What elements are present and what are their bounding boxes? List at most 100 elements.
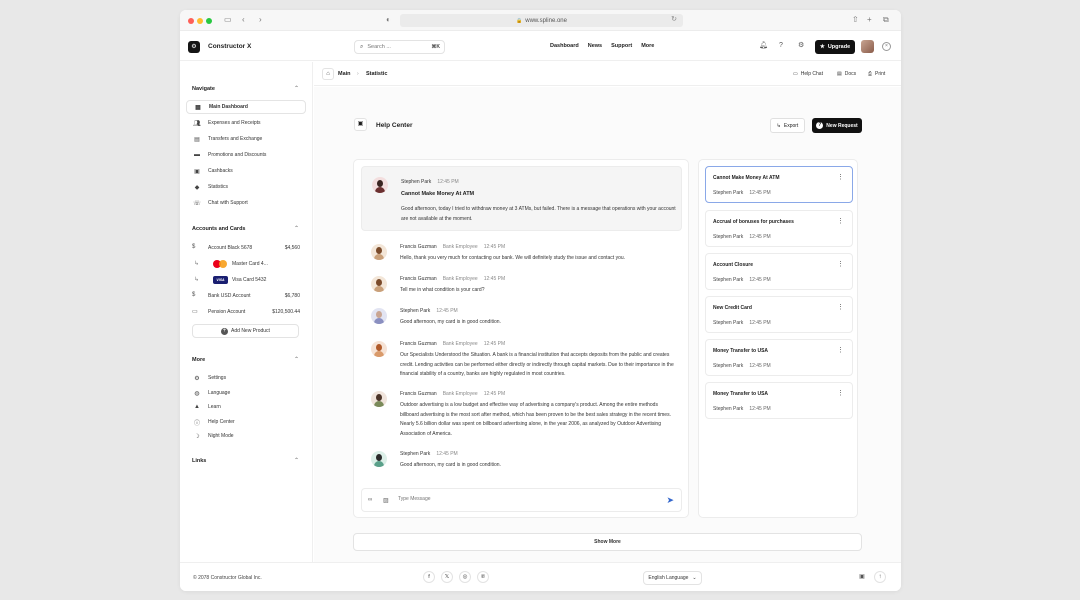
link-icon[interactable]: ∞ [368, 497, 372, 503]
message-time: 12:45 PM [483, 276, 506, 282]
sidebar-item-night-mode[interactable]: ☽ Night Mode [186, 429, 306, 443]
message-input[interactable] [398, 496, 648, 502]
help-chat-button[interactable]: ▭ Help Chat [793, 71, 823, 77]
chevron-up-icon[interactable]: ⌃ [294, 225, 299, 232]
sidebar-item-learn[interactable]: ▲ Learn [186, 400, 306, 414]
forward-icon[interactable]: › [259, 15, 262, 25]
gear-icon[interactable]: ⚙ [798, 42, 804, 50]
sidebar-item-help-center[interactable]: ⓘ Help Center [186, 415, 306, 429]
upgrade-button[interactable]: ★ Upgrade [815, 40, 855, 54]
tag-icon: ◆ [194, 184, 200, 191]
message-meta: Francis Guzman Bank Employee 12:45 PM [400, 391, 505, 397]
back-icon[interactable]: ‹ [242, 15, 245, 25]
tabs-overview-icon[interactable]: ⧉ [883, 15, 889, 25]
add-new-product-button[interactable]: + Add New Product [192, 324, 299, 338]
language-select[interactable]: English Language ⌄ [643, 571, 702, 585]
minimize-window-button[interactable] [197, 18, 203, 24]
breadcrumb-item-main[interactable]: Main [338, 71, 351, 77]
sidebar-item-label: Settings [208, 375, 227, 381]
ticket-card[interactable]: Account Closure Stephen Park 12:45 PM ⋮ [705, 253, 853, 290]
avatar [371, 244, 387, 260]
sidebar-item-main-dashboard[interactable]: ▦ Main Dashboard [186, 100, 306, 114]
sidebar-item-chat-support[interactable]: ☏ Chat with Support [186, 196, 306, 210]
graduation-icon: ▲ [194, 404, 200, 410]
nav-support[interactable]: Support [611, 43, 632, 49]
share-icon[interactable]: ⇧ [852, 15, 859, 25]
chevron-up-icon[interactable]: ⌃ [294, 457, 299, 464]
visa-icon: VISA [213, 276, 228, 284]
search-input[interactable] [367, 44, 416, 50]
send-icon[interactable]: ➤ [666, 495, 674, 506]
show-more-button[interactable]: Show More [353, 533, 862, 551]
close-icon[interactable]: × [882, 42, 891, 51]
new-request-button[interactable]: ? New Request [812, 118, 862, 133]
close-window-button[interactable] [188, 18, 194, 24]
message-text: Good afternoon, my card is in good condi… [400, 462, 501, 468]
chat-icon[interactable]: ▣ [856, 571, 868, 583]
sidebar-item-expenses[interactable]: 👥︎ Expenses and Receipts [186, 116, 306, 130]
account-row[interactable]: $ Bank USD Account $6,780 [186, 289, 306, 303]
more-vertical-icon[interactable]: ⋮ [837, 304, 844, 311]
sidebar-item-transfers[interactable]: ▤ Transfers and Exchange [186, 132, 306, 146]
account-row[interactable]: ▭ Pension Account $120,500.44 [186, 305, 306, 319]
instagram-icon[interactable]: ◎ [459, 571, 471, 583]
shield-icon[interactable]: ◐ [386, 15, 391, 25]
more-vertical-icon[interactable]: ⋮ [837, 390, 844, 397]
help-chat-label: Help Chat [800, 71, 823, 77]
print-label: Print [875, 71, 886, 77]
sidebar-item-promotions[interactable]: ▬ Promotions and Discounts [186, 148, 306, 162]
bell-icon[interactable]: 🔔︎ [759, 42, 768, 50]
nav-news[interactable]: News [588, 43, 602, 49]
pinterest-icon[interactable]: ℗ [477, 571, 489, 583]
more-vertical-icon[interactable]: ⋮ [837, 261, 844, 268]
image-icon[interactable]: ▨ [383, 497, 389, 504]
sidebar-item-language[interactable]: ◍ Language [186, 386, 306, 400]
chat-icon: ▣ [194, 168, 200, 175]
chevron-up-icon[interactable]: ⌃ [294, 356, 299, 363]
more-vertical-icon[interactable]: ⋮ [837, 174, 844, 181]
arrow-up-icon[interactable]: ↑ [874, 571, 886, 583]
nav-dashboard[interactable]: Dashboard [550, 43, 579, 49]
message-text: Tell me in what condition is your card? [400, 287, 485, 293]
account-amount: $4,560 [284, 245, 300, 251]
sidebar-item-cashbacks[interactable]: ▣ Cashbacks [186, 164, 306, 178]
breadcrumb-item-statistic[interactable]: Statistic [366, 71, 387, 77]
chevron-up-icon[interactable]: ⌃ [294, 85, 299, 92]
sidebar-item-label: Main Dashboard [209, 104, 248, 110]
more-vertical-icon[interactable]: ⋮ [837, 218, 844, 225]
ticket-card[interactable]: Accrual of bonuses for purchases Stephen… [705, 210, 853, 247]
brand-logo-icon[interactable]: ⚙ [188, 41, 200, 53]
help-icon[interactable]: ? [779, 42, 783, 50]
breadcrumb-bar: ⌂ Main › Statistic ▭ Help Chat ▤ Docs ⎙ Pri… [314, 62, 901, 86]
nav-more[interactable]: More [641, 43, 654, 49]
ticket-card[interactable]: New Credit Card Stephen Park 12:45 PM ⋮ [705, 296, 853, 333]
search-box[interactable]: ⌕ ⌘K [354, 40, 445, 54]
facebook-icon[interactable]: f [423, 571, 435, 583]
chat-icon: ▭ [793, 71, 798, 77]
ticket-time: 12:45 PM [749, 277, 771, 283]
home-icon[interactable]: ⌂ [322, 68, 334, 80]
account-row[interactable]: $ Account Black 5678 $4,560 [186, 241, 306, 255]
account-row[interactable]: ↳ VISA Visa Card 5432 [186, 273, 306, 287]
message-text: Good afternoon, my card is in good condi… [400, 319, 501, 325]
message-time: 12:45 PM [483, 391, 506, 397]
export-button[interactable]: ↳ Export [770, 118, 805, 133]
more-vertical-icon[interactable]: ⋮ [837, 347, 844, 354]
address-bar[interactable]: 🔒 www.spline.one ↻ [400, 14, 683, 27]
sidebar-toggle-icon[interactable]: ▭ [224, 15, 232, 25]
message-text: Our Specialists Understood the Situation… [400, 352, 674, 377]
reload-icon[interactable]: ↻ [671, 15, 677, 23]
sender-name: Stephen Park [401, 179, 432, 185]
docs-button[interactable]: ▤ Docs [837, 71, 856, 77]
maximize-window-button[interactable] [206, 18, 212, 24]
new-tab-icon[interactable]: + [867, 15, 872, 25]
account-row[interactable]: ↳ Master Card 4... [186, 257, 306, 271]
sidebar-item-statistics[interactable]: ◆ Statistics [186, 180, 306, 194]
ticket-card[interactable]: Cannot Make Money At ATM Stephen Park 12:… [705, 166, 853, 203]
ticket-card[interactable]: Money Transfer to USA Stephen Park 12:45 … [705, 382, 853, 419]
x-icon[interactable]: 𝕏 [441, 571, 453, 583]
user-avatar[interactable] [861, 40, 874, 53]
print-button[interactable]: ⎙ Print [868, 71, 885, 77]
ticket-card[interactable]: Money Transfer to USA Stephen Park 12:45 … [705, 339, 853, 376]
sidebar-item-settings[interactable]: ⚙ Settings [186, 371, 306, 385]
